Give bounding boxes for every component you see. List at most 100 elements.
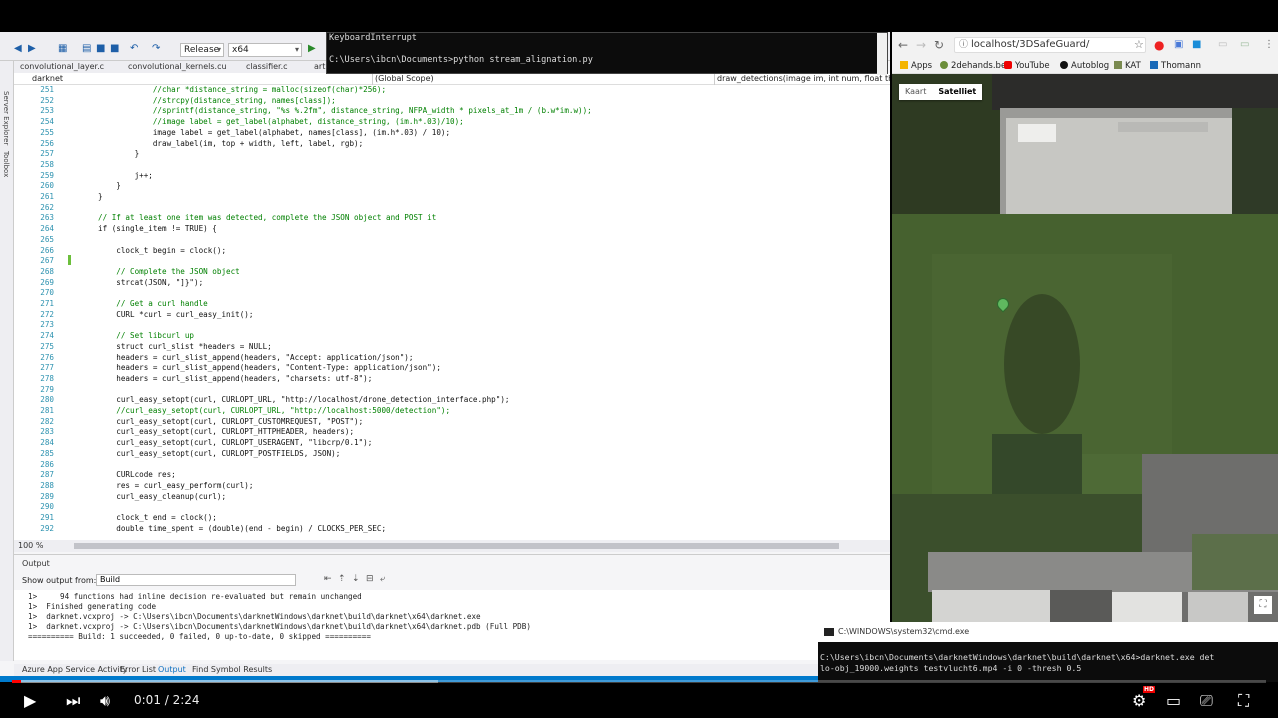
function-scope-select[interactable]: draw_detections(image im, int num, float…: [714, 73, 890, 85]
line-number: 280: [40, 395, 54, 405]
word-wrap-icon[interactable]: ⤶: [380, 574, 385, 584]
code-line: 254 //image label = get_label(alphabet, …: [14, 117, 874, 128]
bookmark-label: Apps: [911, 61, 933, 71]
toolbox-tab[interactable]: Toolbox: [2, 151, 10, 177]
volume-icon[interactable]: 🔊︎: [100, 689, 110, 713]
code-line: 257 }: [14, 149, 874, 160]
bookmark-kat[interactable]: KAT: [1114, 59, 1141, 73]
line-number: 274: [40, 331, 54, 341]
cmd-icon: [824, 628, 834, 636]
code-text: //strcpy(distance_string, names[class]);: [98, 95, 336, 105]
bookmark-apps[interactable]: Apps: [900, 59, 932, 73]
code-line: 278 headers = curl_slist_append(headers,…: [14, 374, 874, 385]
extension-icon[interactable]: ▣: [1174, 37, 1183, 53]
project-scope[interactable]: darknet: [32, 73, 63, 85]
code-text: j++;: [98, 170, 153, 180]
forward-icon[interactable]: →: [916, 37, 926, 53]
site-icon: [1060, 61, 1068, 69]
output-source-value: Build: [100, 575, 121, 584]
bookmark-youtube[interactable]: YouTube: [1004, 59, 1050, 73]
bookmark-autoblog[interactable]: Autoblog: [1060, 59, 1109, 73]
code-text: curl_easy_setopt(curl, CURLOPT_URL, "htt…: [98, 395, 510, 405]
info-icon[interactable]: ⓘ: [959, 38, 968, 52]
line-number: 258: [40, 159, 54, 169]
theater-mode-icon[interactable]: ▭: [1166, 689, 1181, 713]
python-console-window[interactable]: KeyboardInterrupt C:\Users\ibcn\Document…: [326, 32, 888, 75]
reload-icon[interactable]: ↻: [934, 37, 944, 53]
code-line: 282 curl_easy_setopt(curl, CURLOPT_CUSTO…: [14, 417, 874, 428]
tab-classifier[interactable]: classifier.c: [246, 61, 288, 73]
opera-extension-icon[interactable]: ●: [1154, 37, 1164, 53]
code-text: // Set libcurl up: [98, 331, 195, 341]
tab-error-list[interactable]: Error List: [120, 664, 156, 676]
line-number: 281: [40, 406, 54, 415]
cmd-body[interactable]: C:\Users\ibcn\Documents\darknetWindows\d…: [818, 642, 1278, 682]
map-fullscreen-button[interactable]: ⛶: [1254, 596, 1272, 614]
back-icon[interactable]: ◀: [14, 43, 24, 55]
tab-convolutional-layer[interactable]: convolutional_layer.c: [20, 61, 104, 73]
line-number: 260: [40, 181, 54, 191]
tab-output[interactable]: Output: [158, 664, 186, 676]
line-number: 284: [40, 438, 54, 448]
prev-message-icon[interactable]: ⇡: [338, 574, 346, 584]
start-debug-icon[interactable]: ▶: [308, 43, 318, 55]
code-line: 289 curl_easy_cleanup(curl);: [14, 492, 874, 503]
code-text: // Get a curl handle: [98, 299, 208, 308]
cast-icon[interactable]: ⎚: [1200, 689, 1213, 713]
code-text: CURL *curl = curl_easy_init();: [98, 309, 254, 319]
line-number: 272: [40, 309, 54, 319]
fullscreen-icon[interactable]: ⛶: [1238, 689, 1249, 713]
extension-icon[interactable]: ▭: [1240, 37, 1249, 53]
address-bar[interactable]: ⓘ localhost/3DSafeGuard/: [954, 37, 1146, 53]
cmd-window[interactable]: C:\WINDOWS\system32\cmd.exe Activate Win…: [818, 622, 1278, 682]
map-type-satelliet[interactable]: Satelliet: [932, 84, 982, 100]
bookmark-2dehands[interactable]: 2dehands.be: [940, 59, 1006, 73]
global-scope-select[interactable]: (Global Scope): [372, 73, 702, 85]
undo-icon[interactable]: ↶: [130, 43, 140, 55]
output-text[interactable]: 1> 94 functions had inline decision re-e…: [14, 590, 890, 660]
bookmark-star-icon[interactable]: ☆: [1134, 37, 1144, 53]
next-icon[interactable]: ⏭: [66, 689, 80, 713]
forward-icon[interactable]: ▶: [28, 43, 38, 55]
bookmark-label: Thomann: [1161, 61, 1202, 71]
code-editor[interactable]: 251 //char *distance_string = malloc(siz…: [14, 85, 890, 540]
code-text: headers = curl_slist_append(headers, "Ac…: [98, 352, 414, 362]
menu-icon[interactable]: ⋮: [1264, 37, 1274, 53]
time-display: 0:01 / 2:24: [134, 693, 200, 707]
tab-azure-activity[interactable]: Azure App Service Activity: [22, 664, 128, 676]
bookmark-label: Autoblog: [1071, 61, 1110, 71]
map-type-kaart[interactable]: Kaart: [899, 84, 932, 100]
code-text: draw_label(im, top + width, left, label,…: [98, 138, 364, 148]
tab-find-symbol-results[interactable]: Find Symbol Results: [192, 664, 272, 676]
play-icon[interactable]: ▶: [24, 689, 36, 713]
save-icon[interactable]: ■: [96, 43, 106, 55]
back-icon[interactable]: ←: [898, 37, 908, 53]
new-project-icon[interactable]: ▦: [58, 43, 68, 55]
code-text: CURLcode res;: [98, 470, 176, 480]
zoom-level[interactable]: 100 %: [18, 540, 43, 552]
code-text: double time_spent = (double)(end - begin…: [98, 523, 387, 533]
code-text: }: [98, 181, 121, 191]
configuration-select[interactable]: Release: [180, 43, 224, 57]
find-message-icon[interactable]: ⇤: [324, 574, 332, 584]
horizontal-scrollbar[interactable]: [74, 543, 839, 549]
code-line: 256 draw_label(im, top + width, left, la…: [14, 139, 874, 150]
satellite-map[interactable]: Kaart Satelliet ⛶: [892, 74, 1278, 682]
bookmark-thomann[interactable]: Thomann: [1150, 59, 1201, 73]
code-line: 285 curl_easy_setopt(curl, CURLOPT_POSTF…: [14, 449, 874, 460]
platform-select[interactable]: x64: [228, 43, 302, 57]
redo-icon[interactable]: ↷: [152, 43, 162, 55]
console-scrollbar[interactable]: [877, 33, 887, 75]
clear-all-icon[interactable]: ⊟: [366, 574, 374, 584]
tab-convolutional-kernels[interactable]: convolutional_kernels.cu: [128, 61, 227, 73]
line-number: 255: [40, 127, 54, 137]
server-explorer-tab[interactable]: Server Explorer: [2, 91, 10, 145]
extension-icon[interactable]: ▭: [1218, 37, 1227, 53]
open-icon[interactable]: ▤: [82, 43, 92, 55]
line-number: 286: [40, 459, 54, 469]
next-message-icon[interactable]: ⇣: [352, 574, 360, 584]
save-all-icon[interactable]: ■: [110, 43, 120, 55]
line-number: 264: [40, 224, 54, 234]
extension-icon[interactable]: ■: [1192, 37, 1201, 53]
output-source-select[interactable]: Build: [96, 574, 296, 586]
